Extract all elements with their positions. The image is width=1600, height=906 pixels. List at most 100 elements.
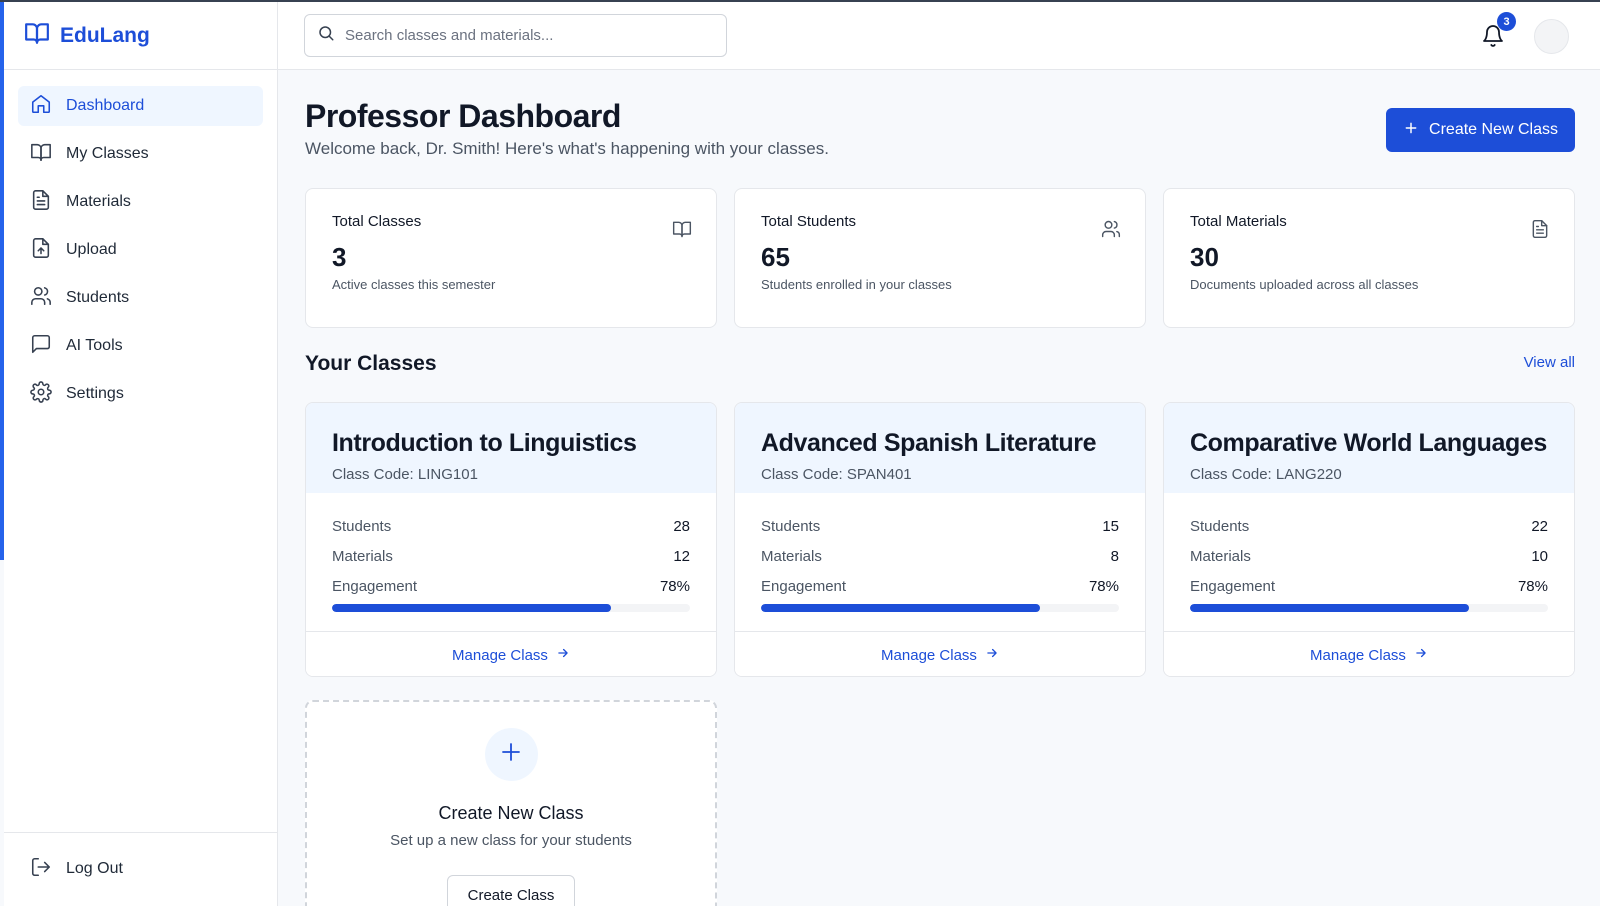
row-label: Students (332, 517, 392, 535)
section-title: Your Classes (305, 352, 437, 375)
students-count: 22 (1531, 517, 1548, 535)
engagement-progress-bar (761, 604, 1119, 612)
button-label: Manage Class (881, 646, 977, 664)
row-label: Engagement (1190, 577, 1276, 595)
row-label: Engagement (332, 577, 418, 595)
button-label: Manage Class (452, 646, 548, 664)
students-row: Students 22 (1190, 511, 1548, 541)
sidebar-item-label: Dashboard (66, 97, 145, 114)
log-out-icon (30, 856, 52, 883)
book-open-icon (30, 141, 52, 168)
sidebar-item-my-classes[interactable]: My Classes (18, 134, 263, 174)
engagement-value: 78% (659, 577, 690, 595)
users-icon (30, 285, 52, 312)
engagement-progress-bar (1190, 604, 1548, 612)
logout-label: Log Out (66, 860, 123, 877)
class-code: Class Code: LING101 (332, 466, 478, 483)
class-title: Introduction to Linguistics (332, 429, 637, 457)
class-title: Advanced Spanish Literature (761, 429, 1097, 457)
class-card-header: Advanced Spanish Literature Class Code: … (735, 403, 1145, 493)
engagement-value: 78% (1088, 577, 1119, 595)
row-label: Materials (332, 547, 393, 565)
book-open-icon (24, 20, 50, 51)
message-square-icon (30, 333, 52, 360)
create-new-class-button[interactable]: Create New Class (1386, 108, 1575, 152)
brand-name: EduLang (60, 23, 150, 47)
class-code: Class Code: LANG220 (1190, 466, 1342, 483)
row-label: Students (761, 517, 821, 535)
avatar[interactable] (1534, 19, 1569, 54)
students-row: Students 28 (332, 511, 690, 541)
arrow-right-icon (1414, 646, 1428, 664)
stat-description: Documents uploaded across all classes (1190, 277, 1419, 292)
students-count: 15 (1102, 517, 1119, 535)
stat-description: Students enrolled in your classes (761, 277, 952, 292)
sidebar-item-dashboard[interactable]: Dashboard (18, 86, 263, 126)
class-card: Advanced Spanish Literature Class Code: … (734, 402, 1146, 677)
create-class-button[interactable]: Create Class (447, 875, 575, 906)
sidebar-item-settings[interactable]: Settings (18, 374, 263, 414)
search-input[interactable] (345, 27, 705, 44)
row-label: Materials (1190, 547, 1251, 565)
home-icon (30, 93, 52, 120)
notification-badge: 3 (1497, 12, 1516, 31)
engagement-progress-fill (332, 604, 612, 612)
engagement-row: Engagement 78% (1190, 571, 1548, 601)
class-card: Comparative World Languages Class Code: … (1163, 402, 1575, 677)
materials-row: Materials 10 (1190, 541, 1548, 571)
class-code: Class Code: SPAN401 (761, 466, 912, 483)
engagement-row: Engagement 78% (761, 571, 1119, 601)
brand[interactable]: EduLang (4, 2, 277, 70)
manage-class-button[interactable]: Manage Class (1164, 631, 1574, 676)
page-title: Professor Dashboard (305, 98, 621, 134)
page-subtitle: Welcome back, Dr. Smith! Here's what's h… (305, 139, 829, 158)
engagement-row: Engagement 78% (332, 571, 690, 601)
sidebar-item-label: Settings (66, 385, 124, 402)
students-row: Students 15 (761, 511, 1119, 541)
class-title: Comparative World Languages (1190, 429, 1547, 457)
class-card-header: Comparative World Languages Class Code: … (1164, 403, 1574, 493)
file-upload-icon (30, 237, 52, 264)
arrow-right-icon (985, 646, 999, 664)
sidebar: EduLang Dashboard My Classes Materials U… (4, 2, 278, 906)
sidebar-scroll-indicator (0, 2, 4, 560)
class-card-body: Students 22 Materials 10 Engagement 78% (1164, 493, 1574, 631)
stat-card-total-materials: Total Materials 30 Documents uploaded ac… (1163, 188, 1575, 328)
create-class-card: Create New Class Set up a new class for … (305, 700, 717, 906)
class-card-body: Students 15 Materials 8 Engagement 78% (735, 493, 1145, 631)
sidebar-item-label: My Classes (66, 145, 149, 162)
sidebar-item-students[interactable]: Students (18, 278, 263, 318)
materials-row: Materials 8 (761, 541, 1119, 571)
row-label: Students (1190, 517, 1250, 535)
sidebar-item-materials[interactable]: Materials (18, 182, 263, 222)
gear-icon (30, 380, 52, 408)
materials-count: 10 (1531, 547, 1548, 565)
search-box[interactable] (304, 14, 727, 57)
stat-label: Total Materials (1190, 213, 1287, 230)
sidebar-item-ai-tools[interactable]: AI Tools (18, 326, 263, 366)
sidebar-footer: Log Out (4, 832, 277, 906)
create-card-subtitle: Set up a new class for your students (390, 832, 632, 849)
row-label: Materials (761, 547, 822, 565)
logout-button[interactable]: Log Out (18, 849, 263, 889)
sidebar-nav: Dashboard My Classes Materials Upload St… (4, 70, 277, 438)
plus-icon (499, 740, 523, 769)
stat-card-total-classes: Total Classes 3 Active classes this seme… (305, 188, 717, 328)
engagement-progress-fill (761, 604, 1041, 612)
search-icon (317, 24, 335, 47)
manage-class-button[interactable]: Manage Class (735, 631, 1145, 676)
view-all-link[interactable]: View all (1524, 354, 1575, 371)
plus-icon (1403, 120, 1419, 141)
materials-count: 12 (673, 547, 690, 565)
class-card-header: Introduction to Linguistics Class Code: … (306, 403, 716, 493)
sidebar-item-label: Upload (66, 241, 117, 258)
manage-class-button[interactable]: Manage Class (306, 631, 716, 676)
sidebar-item-upload[interactable]: Upload (18, 230, 263, 270)
class-card: Introduction to Linguistics Class Code: … (305, 402, 717, 677)
button-label: Create New Class (1429, 121, 1558, 138)
sidebar-item-label: AI Tools (66, 337, 123, 354)
sidebar-item-label: Materials (66, 193, 131, 210)
row-label: Engagement (761, 577, 847, 595)
stat-card-total-students: Total Students 65 Students enrolled in y… (734, 188, 1146, 328)
materials-row: Materials 12 (332, 541, 690, 571)
